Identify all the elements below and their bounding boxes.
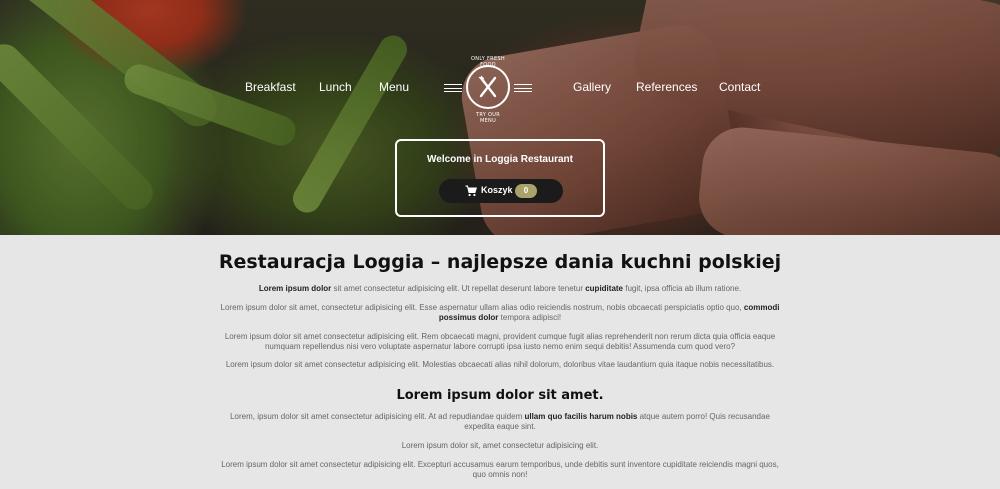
paragraph-4: Lorem ipsum dolor sit amet consectetur a…: [225, 360, 775, 369]
logo-lines-right: [514, 84, 532, 92]
welcome-box: Welcome in Loggia Restaurant Koszyk 0: [395, 139, 605, 217]
page-title: Restauracja Loggia – najlepsze dania kuc…: [218, 251, 782, 273]
paragraph-text: fugit, ipsa officia ab illum ratione.: [623, 284, 742, 293]
welcome-title: Welcome in Loggia Restaurant: [427, 154, 573, 165]
paragraph-3: Lorem ipsum dolor sit amet consectetur a…: [224, 332, 776, 351]
hero-image-asparagus: [287, 30, 413, 218]
paragraph-text: Lorem ipsum dolor sit amet, consectetur …: [220, 303, 744, 312]
paragraph-7: Lorem ipsum dolor sit amet consectetur a…: [221, 460, 779, 479]
paragraph-6: Lorem ipsum dolor sit, amet consectetur …: [401, 441, 599, 450]
nav-link-gallery[interactable]: Gallery: [573, 80, 611, 94]
bold-text: Lorem ipsum dolor: [258, 284, 332, 293]
paragraph-1: Lorem ipsum dolor sit amet consectetur a…: [215, 284, 785, 294]
bold-text: cupiditate: [585, 284, 623, 293]
main-content: Restauracja Loggia – najlepsze dania kuc…: [0, 235, 1000, 489]
bold-text: ullam quo facilis harum nobis: [524, 412, 638, 421]
logo-lines-left: [444, 84, 462, 92]
paragraph-text: sit amet consectetur adipisicing elit. U…: [331, 284, 586, 293]
cart-button[interactable]: Koszyk 0: [439, 179, 563, 203]
cart-label: Koszyk: [481, 185, 513, 195]
paragraph-5: Lorem, ipsum dolor sit amet consectetur …: [215, 412, 785, 432]
nav-link-breakfast[interactable]: Breakfast: [245, 80, 296, 94]
hero-image-meat: [695, 123, 1000, 235]
fork-knife-icon: [478, 75, 497, 98]
logo-bottom-text: TRY OUR MENU: [475, 112, 501, 124]
section-heading: Lorem ipsum dolor sit amet.: [396, 388, 604, 403]
paragraph-text: tempora adipisci!: [498, 313, 562, 322]
shopping-cart-icon: [465, 185, 477, 197]
nav-link-lunch[interactable]: Lunch: [319, 80, 352, 94]
restaurant-logo[interactable]: [466, 65, 510, 109]
nav-link-references[interactable]: References: [636, 80, 697, 94]
nav-link-menu[interactable]: Menu: [379, 80, 409, 94]
cart-count-badge: 0: [515, 184, 537, 198]
hero-image-asparagus: [0, 37, 160, 217]
nav-link-contact[interactable]: Contact: [719, 80, 760, 94]
hero-image-asparagus: [0, 0, 225, 135]
paragraph-text: Lorem, ipsum dolor sit amet consectetur …: [230, 412, 525, 421]
hero-banner: Breakfast Lunch Menu Gallery References …: [0, 0, 1000, 235]
paragraph-2: Lorem ipsum dolor sit amet, consectetur …: [215, 303, 785, 323]
